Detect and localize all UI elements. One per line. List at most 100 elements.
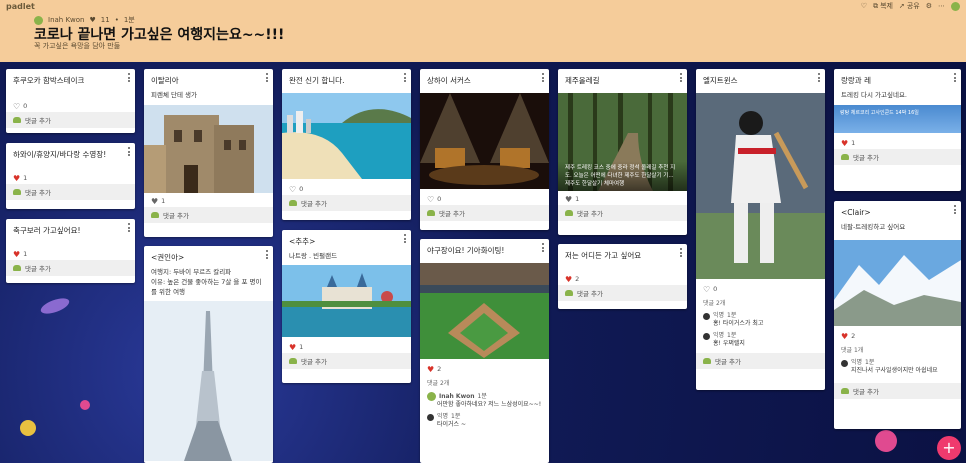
more-icon[interactable] [266,250,269,261]
baseball-stadium-image[interactable] [420,263,549,359]
comment-time: 1분 [477,392,487,400]
more-icon[interactable]: ⋯ [938,2,945,10]
more-icon[interactable] [680,73,683,84]
vinpearl-land-image[interactable] [282,265,411,337]
more-icon[interactable] [818,73,821,84]
heart-icon[interactable]: ♥ [841,332,848,341]
comment: Inah Kwon 1분 어만함 좋아하네요? 저느 느삼성이요~~! [420,390,549,411]
add-comment-button[interactable]: 댓글 추가 [144,207,273,223]
post-card[interactable]: 상하이 서커스 ♡ 0 댓글 추가 [420,69,549,230]
comment-icon [427,210,435,216]
heart-icon[interactable]: ♡ [861,2,867,10]
comment-count: 댓글 1개 [841,347,864,354]
comment: 익명 1분 홍! 타이거스가 최고 [696,310,825,330]
reaction-bar: ♡ 0 [282,183,411,195]
heart-outline-icon[interactable]: ♡ [13,102,20,111]
more-icon[interactable] [128,147,131,158]
add-comment-button[interactable]: 댓글 추가 [6,112,135,128]
burj-khalifa-image[interactable] [144,301,273,461]
add-comment-button[interactable]: 댓글 추가 [696,353,825,369]
more-icon[interactable] [542,243,545,254]
add-comment-button[interactable]: 댓글 추가 [558,285,687,301]
heart-outline-icon[interactable]: ♡ [289,185,296,194]
star-decoration [20,420,36,436]
heart-icon[interactable]: ♥ [289,343,296,352]
post-card[interactable]: 제주올레길 제주 트레킹 코스 중에 중라 정석 올레길 추천 지도. 오늘은 … [558,69,687,235]
heart-icon[interactable]: ♥ [841,139,848,148]
comment: 익명 1분 홍! 우쩌렐지 [696,330,825,350]
more-icon[interactable] [266,73,269,84]
add-comment-label: 댓글 추가 [715,358,741,366]
comment-time: 1분 [727,312,737,319]
like-count: 1 [161,197,166,205]
post-title: 완전 신기 합니다. [289,76,345,85]
more-icon[interactable] [404,73,407,84]
post-card[interactable]: 엘지트윈스 ♡ 0 댓글 2개 익명 1분 홍! 타이거스가 최고 익명 1분 홍! … [696,69,825,390]
heart-outline-icon[interactable]: ♡ [427,195,434,204]
langtang-image[interactable]: 랑탕 체르코리 고사인쿤드 14박 16일 [834,105,961,133]
comment-icon [841,388,849,394]
like-count: 2 [437,365,442,373]
heart-icon[interactable]: ♥ [565,275,572,284]
comment-count: 댓글 2개 [703,300,726,307]
post-body: 피렌체 단테 생가 [151,91,197,99]
avatar[interactable] [951,1,960,11]
add-comment-button[interactable]: 댓글 추가 [6,260,135,276]
add-comment-button[interactable]: 댓글 추가 [282,353,411,369]
gear-icon[interactable]: ⚙ [926,2,932,10]
post-card[interactable]: 랑랑과 레 트레킹 다시 가고싶네요. 랑탕 체르코리 고사인쿤드 14박 16… [834,69,961,191]
remake-button[interactable]: ⧉ 복제 [873,1,893,11]
more-icon[interactable] [128,73,131,84]
more-icon[interactable] [954,205,957,216]
padlet-logo[interactable]: padlet [6,2,35,11]
post-title: 제주올레길 [565,76,600,85]
add-comment-button[interactable]: 댓글 추가 [420,205,549,221]
comment-time: 1분 [865,359,875,366]
heart-icon[interactable]: ♥ [427,365,434,374]
heart-outline-icon[interactable]: ♡ [703,285,710,294]
add-comment-button[interactable]: 댓글 추가 [834,149,961,165]
baseball-player-image[interactable] [696,93,825,279]
add-comment-label: 댓글 추가 [25,265,51,273]
post-card[interactable]: 축구보러 가고싶어요! ♥ 1 댓글 추가 [6,219,135,283]
post-body: 네팔-트레킹하고 싶어요 [841,223,906,231]
nepal-mountain-image[interactable] [834,240,961,326]
more-icon[interactable] [680,248,683,259]
olle-image-wrap[interactable]: 제주 트레킹 코스 중에 중라 정석 올레길 추천 지도. 오늘은 어떤에 다녀… [558,93,687,191]
post-card[interactable]: 저는 어디든 가고 싶어요 ♥ 2 댓글 추가 [558,244,687,309]
board-header: padlet ♡ ⧉ 복제 ➚ 공유 ⚙ ⋯ Inah Kwon ♥ 11 • … [0,0,966,62]
beach-image[interactable] [282,93,411,179]
post-card[interactable]: <Clair> 네팔-트레킹하고 싶어요 ♥ 2 댓글 1개 익명 1분 지진나서 … [834,201,961,429]
heart-icon[interactable]: ♥ [13,174,20,183]
share-label: 공유 [906,2,920,10]
post-card[interactable]: 후쿠오카 함박스테이크 ♡ 0 댓글 추가 [6,69,135,133]
heart-icon[interactable]: ♥ [13,250,20,259]
add-comment-button[interactable]: 댓글 추가 [6,184,135,200]
heart-icon[interactable]: ♥ [151,197,158,206]
post-card[interactable]: 하와이/휴양지/바다랑 수영장! ♥ 1 댓글 추가 [6,143,135,209]
post-card[interactable]: 야구장이요! 기아화이팅! ♥ 2 댓글 2개 Inah Kwon 1분 어만함 좋… [420,239,549,463]
add-post-button[interactable]: + [937,436,961,460]
post-card[interactable]: <권인아> 여행지: 두바이 부르즈 칼리파 이유: 높은 건물 좋아하는 7살… [144,246,273,463]
add-comment-button[interactable]: 댓글 추가 [558,205,687,221]
add-comment-button[interactable]: 댓글 추가 [282,195,411,211]
more-icon[interactable] [542,73,545,84]
add-comment-button[interactable]: 댓글 추가 [834,383,961,399]
post-title: 상하이 서커스 [427,76,471,85]
more-icon[interactable] [954,73,957,84]
comment-icon [841,154,849,160]
more-icon[interactable] [128,223,131,234]
italy-building-image[interactable] [144,105,273,193]
post-card[interactable]: 이탈리아 피렌체 단테 생가 ♥ 1 댓글 추가 [144,69,273,237]
post-body: 트레킹 다시 가고싶네요. [841,91,907,99]
more-icon[interactable] [404,234,407,245]
add-comment-label: 댓글 추가 [439,210,465,218]
comment-author: 익명 [851,359,863,366]
share-button[interactable]: ➚ 공유 [899,1,920,11]
circus-stage-image[interactable] [420,93,549,189]
heart-icon[interactable]: ♥ [565,195,572,204]
post-card[interactable]: 완전 신기 합니다. ♡ 0 댓글 추가 [282,69,411,220]
heart-icon: ♥ [89,16,96,24]
post-card[interactable]: <추추> 나트랑 . 빈펄랜드 ♥ 1 댓글 추가 [282,230,411,383]
post-title: 랑랑과 레 [841,76,871,85]
